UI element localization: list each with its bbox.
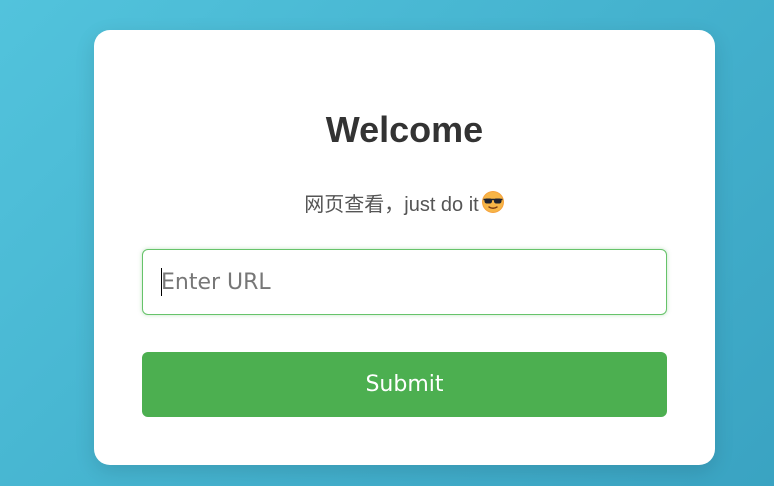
subtitle-text: 网页查看，just do it xyxy=(304,193,479,216)
page-title: Welcome xyxy=(325,109,484,150)
text-cursor xyxy=(161,268,162,296)
url-input[interactable] xyxy=(142,249,667,315)
subtitle: 网页查看，just do it xyxy=(94,190,715,221)
submit-button[interactable]: Submit xyxy=(142,352,667,417)
sunglasses-emoji-icon xyxy=(481,190,505,221)
